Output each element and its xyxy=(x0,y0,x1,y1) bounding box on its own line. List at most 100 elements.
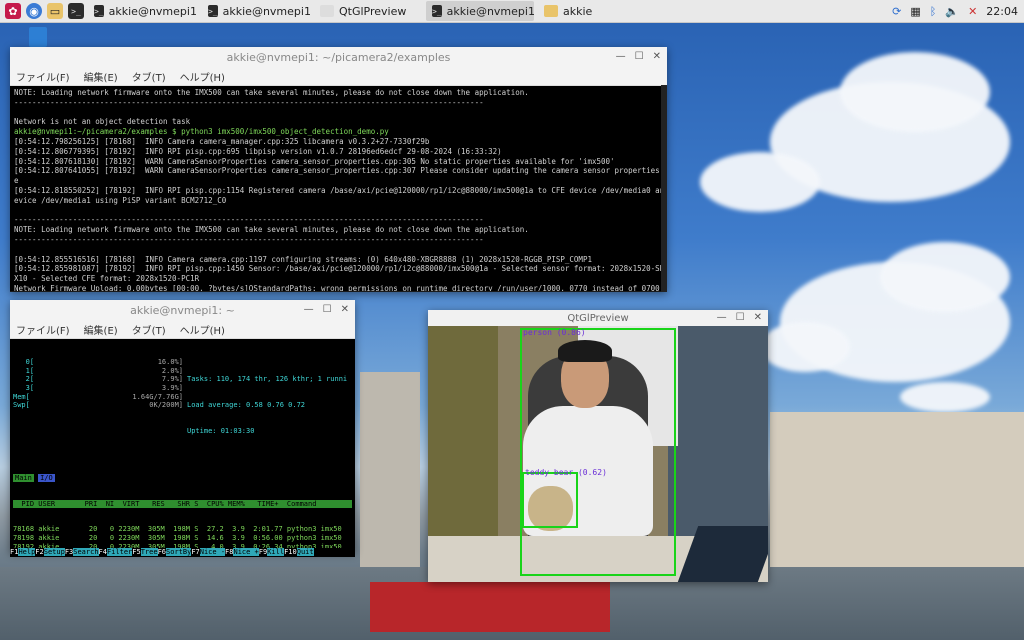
terminal-line: [0:54:12.806779395] [78192] INFO RPI pis… xyxy=(14,146,502,156)
menu-file[interactable]: ファイル(F) xyxy=(16,322,70,337)
system-tray: ⟳ ▦ ᛒ 🔈 ✕ 22:04 xyxy=(892,0,1018,22)
fkey-label[interactable]: Kill xyxy=(267,548,285,557)
menubar: ファイル(F) 編集(E) タブ(T) ヘルプ(H) xyxy=(10,67,667,86)
close-icon[interactable]: ✕ xyxy=(653,51,661,62)
terminal-line: ----------------------------------------… xyxy=(14,234,484,244)
minimize-icon[interactable]: — xyxy=(616,51,626,62)
fkey-f6[interactable]: F6 xyxy=(158,548,166,556)
file-manager-icon[interactable]: ▭ xyxy=(47,3,63,19)
menu-tabs[interactable]: タブ(T) xyxy=(132,322,166,337)
process-row[interactable]: 78168 akkie 20 0 2230M 305M 198M S 27.2 … xyxy=(13,525,352,534)
menu-help[interactable]: ヘルプ(H) xyxy=(180,322,225,337)
terminal-output[interactable]: NOTE: Loading network firmware onto the … xyxy=(10,86,667,291)
window-titlebar[interactable]: QtGlPreview — ☐ ✕ xyxy=(428,310,768,326)
qtglpreview-window[interactable]: QtGlPreview — ☐ ✕ person (0.86) teddy bear… xyxy=(428,310,768,582)
fkey-label[interactable]: Setup xyxy=(43,548,65,557)
terminal-line: [0:54:12.807618130] [78192] WARN CameraS… xyxy=(14,156,615,166)
fkey-label[interactable]: Help xyxy=(18,548,36,557)
meter-label: Mem[ xyxy=(13,392,30,401)
fkey-f5[interactable]: F5 xyxy=(132,548,140,556)
terminal-line: [0:54:12.818550252] [78192] INFO RPI pis… xyxy=(14,185,667,195)
minimize-icon[interactable]: — xyxy=(717,312,727,323)
maximize-icon[interactable]: ☐ xyxy=(323,304,332,315)
fkey-f7[interactable]: F7 xyxy=(191,548,199,556)
network-disconnected-icon[interactable]: ✕ xyxy=(968,5,977,18)
menu-edit[interactable]: 編集(E) xyxy=(84,69,118,84)
menu-edit[interactable]: 編集(E) xyxy=(84,322,118,337)
terminal-icon: >_ xyxy=(432,5,442,17)
bluetooth-icon[interactable]: ᛒ xyxy=(930,5,937,18)
terminal-line: [0:54:12.855981087] [78192] INFO RPI pis… xyxy=(14,264,667,274)
menu-tabs[interactable]: タブ(T) xyxy=(132,69,166,84)
taskbar: ✿ ◉ ▭ >_ >_akkie@nvmepi1: ~/p... >_akkie… xyxy=(0,0,1024,23)
keyboard-icon[interactable]: ▦ xyxy=(910,5,920,18)
window-titlebar[interactable]: akkie@nvmepi1: ~/picamera2/examples — ☐ ✕ xyxy=(10,47,667,67)
meter-value: 0K/200M] xyxy=(149,401,183,410)
update-icon[interactable]: ⟳ xyxy=(892,5,901,18)
tab-main[interactable]: Main xyxy=(13,473,34,482)
task-qtglpreview[interactable]: QtGlPreview xyxy=(314,1,422,21)
window-titlebar[interactable]: akkie@nvmepi1: ~ — ☐ ✕ xyxy=(10,300,355,320)
task-terminal-home[interactable]: >_akkie@nvmepi1: ~ xyxy=(202,1,310,21)
meter-row: 1[2.0%] xyxy=(13,367,183,376)
terminal-line: [0:54:12.798256125] [78168] INFO Camera … xyxy=(14,136,430,146)
close-icon[interactable]: ✕ xyxy=(754,312,762,323)
fkey-f9[interactable]: F9 xyxy=(259,548,267,556)
meter-value: 7.9%] xyxy=(161,375,183,384)
fkey-f3[interactable]: F3 xyxy=(65,548,73,556)
window-title: akkie@nvmepi1: ~/picamera2/examples xyxy=(226,50,451,64)
meter-value: 16.0%] xyxy=(157,358,183,367)
raspberry-menu-icon[interactable]: ✿ xyxy=(5,3,21,19)
meter-row: Mem[ 1.64G/7.76G] xyxy=(13,393,183,402)
fkey-f4[interactable]: F4 xyxy=(99,548,107,556)
task-folder-akkie[interactable]: akkie xyxy=(538,1,640,21)
function-key-bar: F1HelpF2SetupF3SearchF4FilterF5TreeF6Sor… xyxy=(10,548,355,557)
terminal-window-htop[interactable]: akkie@nvmepi1: ~ — ☐ ✕ ファイル(F) 編集(E) タブ(T)… xyxy=(10,300,355,557)
folder-icon xyxy=(544,5,558,17)
task-terminal-examples[interactable]: >_akkie@nvmepi1: ~/p... xyxy=(88,1,198,21)
volume-icon[interactable]: 🔈 xyxy=(945,5,959,18)
browser-icon[interactable]: ◉ xyxy=(26,3,42,19)
meter-label: 3[ xyxy=(13,383,35,392)
terminal-window-examples[interactable]: akkie@nvmepi1: ~/picamera2/examples — ☐ ✕ … xyxy=(10,47,667,292)
htop-output[interactable]: 0[16.0%] 1[2.0%] 2[7.9%] 3[3.9%] Mem[1.64… xyxy=(10,339,355,557)
fkey-f10[interactable]: F10 xyxy=(284,548,297,556)
clock[interactable]: 22:04 xyxy=(986,5,1018,18)
process-row[interactable]: 78198 akkie 20 0 2230M 305M 198M S 14.6 … xyxy=(13,534,352,543)
terminal-line: X10 - Selected CFE format: 2028x1520-PC1… xyxy=(14,274,200,284)
maximize-icon[interactable]: ☐ xyxy=(736,312,745,323)
close-icon[interactable]: ✕ xyxy=(341,304,349,315)
fkey-label[interactable]: Search xyxy=(73,548,99,557)
maximize-icon[interactable]: ☐ xyxy=(635,51,644,62)
meter-value: 1.64G/7.76G] xyxy=(132,392,183,401)
task-terminal-htop[interactable]: >_akkie@nvmepi1: ~ xyxy=(426,1,534,21)
fkey-label[interactable]: Filter xyxy=(106,548,133,557)
menu-help[interactable]: ヘルプ(H) xyxy=(180,69,225,84)
tab-io[interactable]: I/O xyxy=(38,473,55,482)
meter-label: 2[ xyxy=(13,375,35,384)
meter-label: 0[ xyxy=(13,358,35,367)
fkey-f2[interactable]: F2 xyxy=(35,548,43,556)
meter-value: 2.0%] xyxy=(161,366,183,375)
detection-box-person xyxy=(520,328,676,576)
terminal-line: akkie@nvmepi1:~/picamera2/examples $ pyt… xyxy=(14,127,389,137)
terminal-line: NOTE: Loading network firmware onto the … xyxy=(14,225,529,235)
trash-icon[interactable] xyxy=(29,27,47,47)
terminal-launcher-icon[interactable]: >_ xyxy=(68,3,84,19)
fkey-label[interactable]: Quit xyxy=(296,548,314,557)
menubar: ファイル(F) 編集(E) タブ(T) ヘルプ(H) xyxy=(10,320,355,339)
menu-file[interactable]: ファイル(F) xyxy=(16,69,70,84)
scrollbar[interactable] xyxy=(661,85,667,292)
fkey-label[interactable]: Tree xyxy=(140,548,158,557)
terminal-line: Network is not an object detection task xyxy=(14,117,191,127)
minimize-icon[interactable]: — xyxy=(304,304,314,315)
uptime-stat: Uptime: 01:03:30 xyxy=(187,426,255,435)
fkey-label[interactable]: Nice + xyxy=(233,548,259,557)
fkey-label[interactable]: Nice - xyxy=(199,548,226,557)
process-table-header[interactable]: PID USER PRI NI VIRT RES SHR S CPU% MEM%… xyxy=(13,499,352,509)
fkey-label[interactable]: SortBy xyxy=(166,548,192,557)
cpu-meters: 0[16.0%] 1[2.0%] 2[7.9%] 3[3.9%] Mem[1.64… xyxy=(13,358,183,453)
